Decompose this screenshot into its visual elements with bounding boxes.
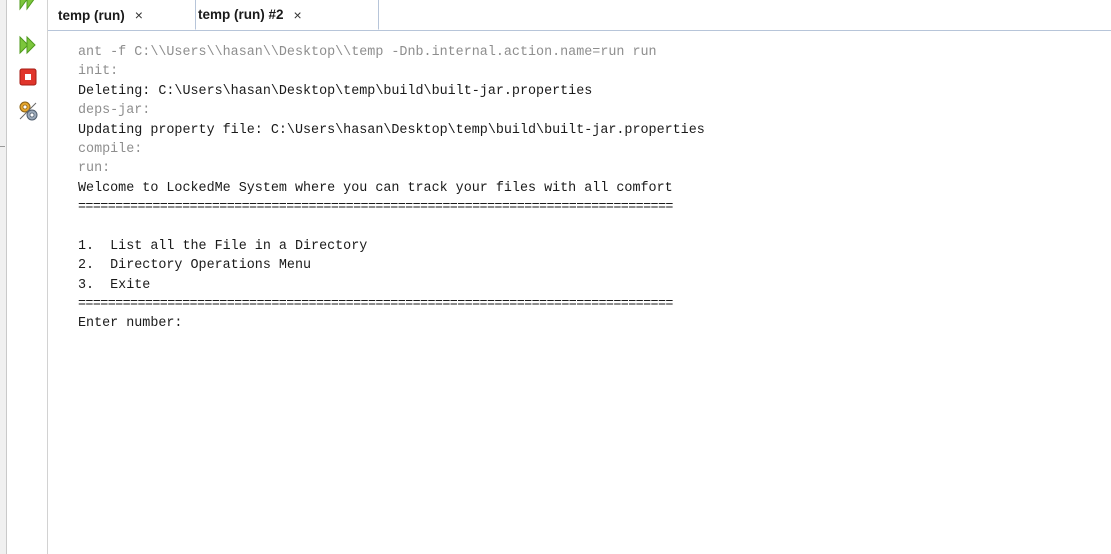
console-line: Enter number: [78, 316, 183, 332]
console-line: Updating property file: C:\Users\hasan\D… [78, 122, 705, 138]
separator-line: ========================================… [78, 200, 673, 216]
rerun-with-options-icon[interactable] [17, 35, 39, 55]
close-icon[interactable]: × [294, 7, 302, 23]
console-line: Welcome to LockedMe System where you can… [78, 180, 673, 196]
console-line: deps-jar: [78, 103, 151, 119]
close-icon[interactable]: × [135, 7, 143, 23]
output-tabbar: temp (run) × temp (run) #2 × [48, 0, 1111, 31]
rerun-icon[interactable] [17, 0, 39, 12]
separator-line: ========================================… [78, 297, 673, 313]
tab-label: temp (run) [58, 7, 125, 23]
console-line: Deleting: C:\Users\hasan\Desktop\temp\bu… [78, 83, 593, 99]
output-console[interactable]: ant -f C:\\Users\\hasan\\Desktop\\temp -… [78, 43, 1098, 334]
console-line: 3. Exite [78, 277, 151, 293]
console-line: ant -f C:\\Users\\hasan\\Desktop\\temp -… [78, 45, 657, 60]
edge-tick [0, 146, 5, 147]
console-line: 2. Directory Operations Menu [78, 258, 312, 274]
console-line: compile: [78, 141, 143, 157]
left-window-edge [0, 0, 7, 554]
tab-label: temp (run) #2 [198, 7, 284, 22]
console-line: 1. List all the File in a Directory [78, 238, 368, 254]
settings-icon[interactable] [17, 101, 39, 121]
tab-temp-run[interactable]: temp (run) × [48, 0, 195, 30]
output-toolbar [7, 0, 48, 554]
stop-icon[interactable] [17, 67, 39, 87]
console-line: init: [78, 64, 119, 80]
console-line: run: [78, 161, 111, 177]
tab-temp-run-2[interactable]: temp (run) #2 × [195, 0, 379, 30]
